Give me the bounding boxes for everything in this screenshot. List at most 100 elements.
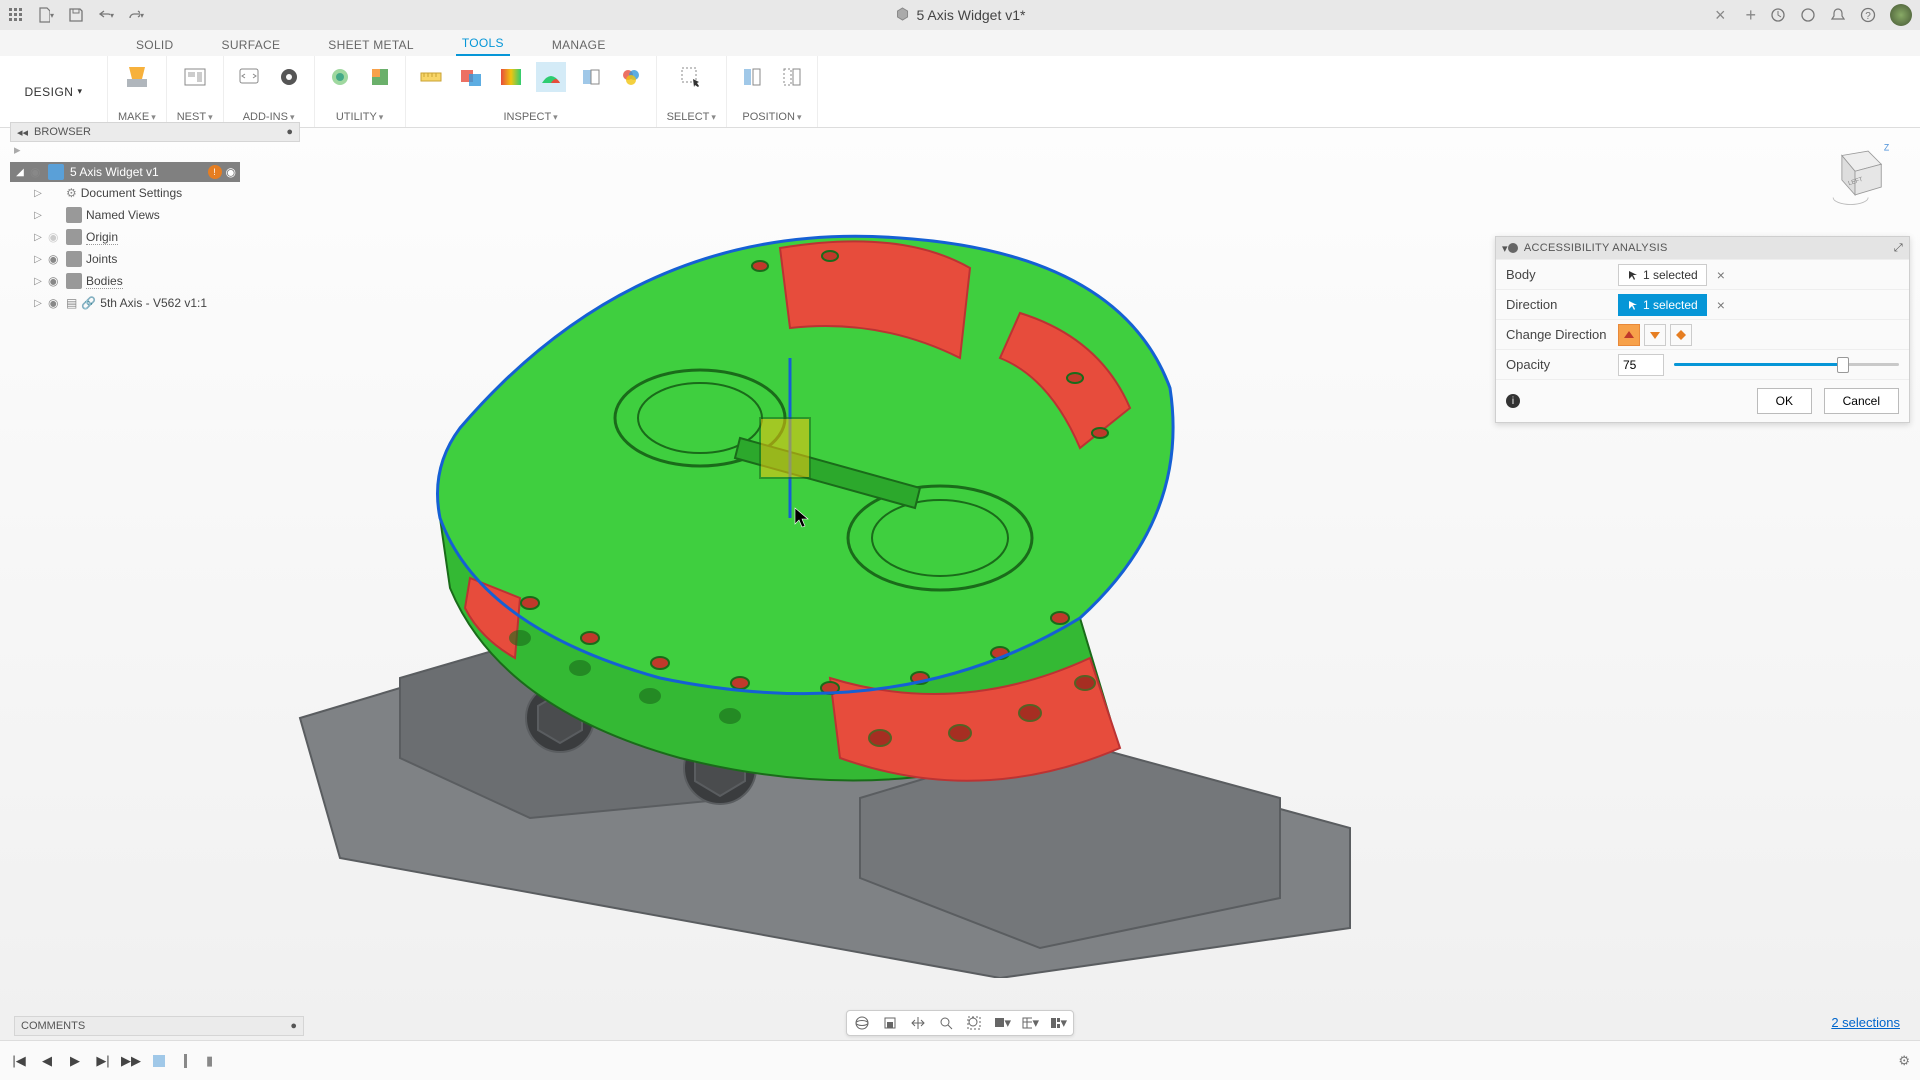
inspect-color-icon[interactable] (616, 62, 646, 92)
selection-count[interactable]: 2 selections (1831, 1015, 1900, 1030)
utility-1-icon[interactable] (325, 62, 355, 92)
timeline-start-icon[interactable]: |◀ (10, 1052, 28, 1070)
redo-icon[interactable]: ▾ (128, 7, 144, 23)
viewport-layout-icon[interactable]: ▾ (1049, 1014, 1067, 1032)
timeline-feature-1-icon[interactable] (150, 1052, 168, 1070)
grid-settings-icon[interactable]: ▾ (1021, 1014, 1039, 1032)
direction-option-1[interactable] (1618, 324, 1640, 346)
zoom-icon[interactable] (937, 1014, 955, 1032)
addins-scripts-icon[interactable] (234, 62, 264, 92)
body-clear-button[interactable]: × (1717, 267, 1725, 283)
warning-badge-icon[interactable]: ! (208, 165, 222, 179)
direction-option-2[interactable] (1644, 324, 1666, 346)
select-icon[interactable] (676, 62, 706, 92)
timeline-marker-icon[interactable]: ▮ (206, 1053, 213, 1069)
navigation-toolbar: ▾ ▾ ▾ (846, 1010, 1074, 1036)
timeline-next-icon[interactable]: ▶| (94, 1052, 112, 1070)
tab-surface[interactable]: SURFACE (216, 34, 287, 56)
inspect-accessibility-icon[interactable] (536, 62, 566, 92)
group-label-position: POSITION (742, 111, 795, 123)
comments-pin-icon[interactable]: ● (290, 1020, 297, 1032)
tree-item-named-views[interactable]: ▷ Named Views (10, 204, 300, 226)
comments-bar[interactable]: COMMENTS ● (14, 1016, 304, 1036)
orbit-icon[interactable] (853, 1014, 871, 1032)
help-icon[interactable]: ? (1860, 7, 1876, 23)
apps-grid-icon[interactable] (8, 7, 24, 23)
opacity-input[interactable] (1618, 354, 1664, 376)
tree-item-bodies[interactable]: ▷ ◉ Bodies (10, 270, 300, 292)
inspect-interference-icon[interactable] (456, 62, 486, 92)
addins-gear-icon[interactable] (274, 62, 304, 92)
inspect-curvature-icon[interactable] (496, 62, 526, 92)
position-1-icon[interactable] (737, 62, 767, 92)
browser-resize-handle[interactable]: ▸ (14, 142, 21, 158)
view-cube[interactable]: Z LEFT (1820, 138, 1890, 208)
make-3dprint-icon[interactable] (122, 62, 152, 92)
save-icon[interactable] (68, 7, 84, 23)
tab-solid[interactable]: SOLID (130, 34, 180, 56)
nest-icon[interactable] (180, 62, 210, 92)
visibility-icon[interactable]: ◉ (48, 274, 62, 288)
radio-icon[interactable]: ◉ (226, 165, 236, 179)
origin-icon (66, 229, 82, 245)
look-at-icon[interactable] (881, 1014, 899, 1032)
panel-expand-icon[interactable]: ⤢ (1894, 242, 1903, 255)
tree-item-5th-axis[interactable]: ▷ ◉ ▤ 🔗 5th Axis - V562 v1:1 (10, 292, 300, 314)
new-tab-button[interactable]: + (1745, 5, 1756, 26)
link-icon: 🔗 (81, 296, 96, 310)
tab-tools[interactable]: TOOLS (456, 32, 510, 56)
tree-root[interactable]: ◢ ◉ 5 Axis Widget v1 ! ◉ (10, 162, 240, 182)
body-label: Body (1506, 267, 1618, 282)
timeline-end-icon[interactable]: ▶▶ (122, 1052, 140, 1070)
extensions-icon[interactable] (1770, 7, 1786, 23)
tree-item-doc-settings[interactable]: ▷ ⚙ Document Settings (10, 182, 300, 204)
timeline-settings-icon[interactable]: ⚙ (1898, 1053, 1910, 1069)
group-label-inspect: INSPECT (503, 111, 551, 123)
tab-close-button[interactable]: × (1715, 5, 1726, 26)
tab-manage[interactable]: MANAGE (546, 34, 612, 56)
direction-option-3[interactable] (1670, 324, 1692, 346)
user-avatar[interactable] (1890, 4, 1912, 26)
opacity-label: Opacity (1506, 357, 1618, 372)
xref-icon: ▤ (66, 296, 77, 310)
timeline-play-icon[interactable]: ▶ (66, 1052, 84, 1070)
new-file-icon[interactable]: ▾ (38, 7, 54, 23)
tree-item-joints[interactable]: ▷ ◉ Joints (10, 248, 300, 270)
visibility-icon[interactable]: ◉ (48, 230, 62, 244)
visibility-icon[interactable]: ◉ (48, 252, 62, 266)
position-2-icon[interactable] (777, 62, 807, 92)
workspace-switcher[interactable]: DESIGN▾ (0, 56, 108, 127)
cancel-button[interactable]: Cancel (1824, 388, 1899, 414)
info-icon[interactable]: i (1506, 394, 1520, 408)
fit-icon[interactable] (965, 1014, 983, 1032)
browser-collapse-icon[interactable]: ◂◂ (17, 126, 28, 139)
direction-selection-chip[interactable]: 1 selected (1618, 294, 1707, 316)
comments-title: COMMENTS (21, 1020, 85, 1032)
accessibility-panel: ▾ ACCESSIBILITY ANALYSIS ⤢ Body 1 select… (1495, 236, 1910, 423)
tab-sheet-metal[interactable]: SHEET METAL (322, 34, 420, 56)
gear-icon: ⚙ (66, 186, 77, 200)
tree-item-origin[interactable]: ▷ ◉ Origin (10, 226, 300, 248)
panel-header[interactable]: ▾ ACCESSIBILITY ANALYSIS ⤢ (1496, 237, 1909, 259)
browser-header[interactable]: ◂◂ BROWSER ● (10, 122, 300, 142)
notifications-icon[interactable] (1830, 7, 1846, 23)
ribbon: DESIGN▾ MAKE▾ NEST▾ ADD-INS▾ UTILITY▾ (0, 56, 1920, 128)
panel-collapse-icon[interactable]: ▾ (1502, 242, 1508, 255)
group-label-utility: UTILITY (336, 111, 377, 123)
body-selection-chip[interactable]: 1 selected (1618, 264, 1707, 286)
inspect-section-icon[interactable] (576, 62, 606, 92)
timeline-feature-2-icon[interactable] (178, 1052, 196, 1070)
timeline-prev-icon[interactable]: ◀ (38, 1052, 56, 1070)
direction-clear-button[interactable]: × (1717, 297, 1725, 313)
undo-icon[interactable]: ▾ (98, 7, 114, 23)
ok-button[interactable]: OK (1757, 388, 1812, 414)
job-status-icon[interactable] (1800, 7, 1816, 23)
opacity-slider[interactable] (1674, 354, 1899, 376)
utility-2-icon[interactable] (365, 62, 395, 92)
visibility-icon[interactable]: ◉ (48, 296, 62, 310)
svg-text:?: ? (1865, 11, 1871, 22)
browser-pin-icon[interactable]: ● (286, 126, 293, 138)
inspect-measure-icon[interactable] (416, 62, 446, 92)
pan-icon[interactable] (909, 1014, 927, 1032)
display-settings-icon[interactable]: ▾ (993, 1014, 1011, 1032)
